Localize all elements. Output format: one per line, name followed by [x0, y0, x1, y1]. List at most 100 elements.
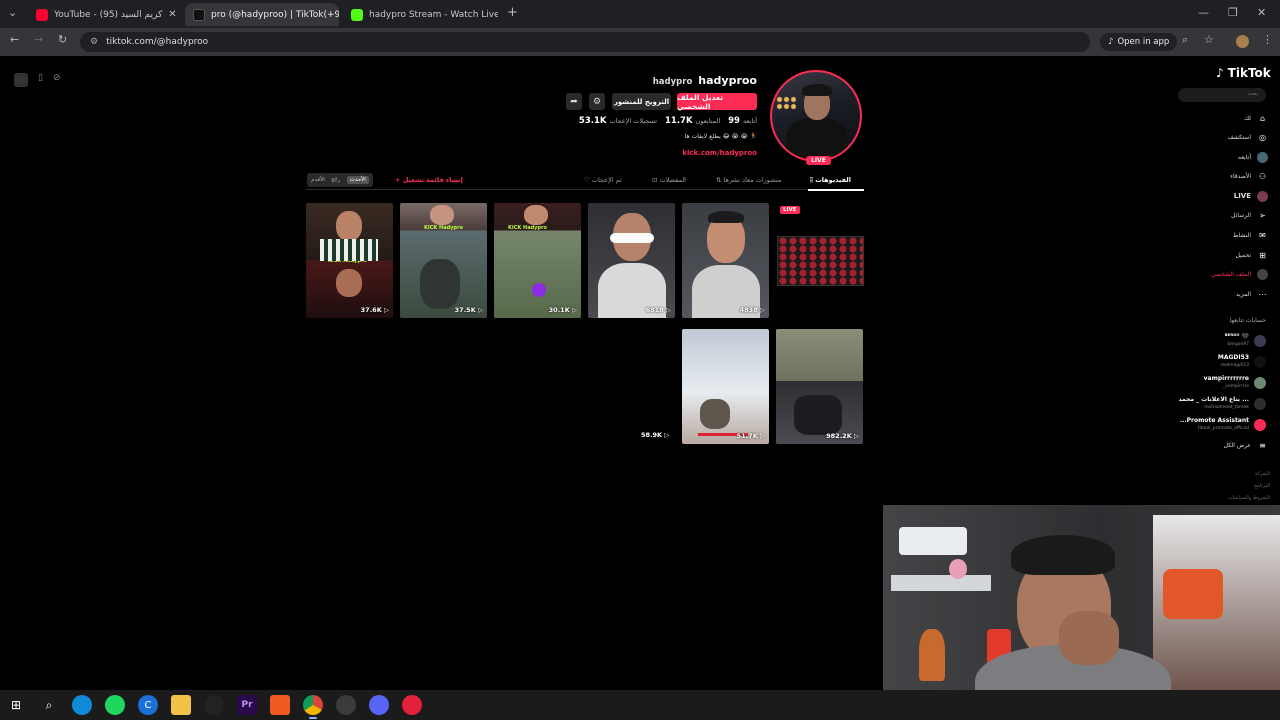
video-thumbnail[interactable]: 6818 ▷: [588, 203, 675, 318]
settings-icon[interactable]: ⊘: [53, 73, 61, 87]
view-count: 6818 ▷: [645, 306, 671, 314]
close-tab-icon[interactable]: ✕: [168, 9, 176, 20]
footer-link[interactable]: الشركة: [1190, 468, 1270, 480]
profile-link[interactable]: kick.com/hadyproo: [620, 149, 757, 157]
nav-activity[interactable]: النشاط ✉: [1160, 228, 1268, 242]
nav-explore[interactable]: استكشف ◎: [1160, 130, 1268, 144]
create-playlist-link[interactable]: + إنشاء قائمة تشغيل: [395, 176, 463, 184]
forward-icon[interactable]: →: [34, 33, 43, 46]
profile-avatar-large[interactable]: [770, 70, 862, 162]
tab-tiktok[interactable]: pro (@hadyproo) | TikTok(+99) ✕: [185, 3, 339, 26]
face-shape: [524, 205, 548, 225]
share-icon[interactable]: ➦: [566, 93, 582, 110]
bookmark-star-icon[interactable]: ☆: [1204, 33, 1214, 46]
stat-following[interactable]: 99 أتابعه: [728, 116, 757, 126]
following-account[interactable]: ᴮᴱᴿᴳᴼ 🖤 bergoo97: [1150, 333, 1266, 349]
search-input[interactable]: بحث: [1178, 88, 1266, 102]
live-tile-badge: LIVE: [780, 206, 800, 214]
sort-latest[interactable]: الأحدث: [346, 176, 369, 184]
nav-live[interactable]: LIVE: [1160, 189, 1268, 203]
open-in-app-button[interactable]: ♪ Open in app: [1100, 33, 1178, 51]
nav-label: لك: [1244, 114, 1251, 122]
tab-youtube[interactable]: YouTube - كريم السيد (95) ✕: [28, 3, 180, 26]
nav-friends[interactable]: الأصدقاء ⚇: [1160, 169, 1268, 183]
nav-upload[interactable]: تحميل ⊞: [1160, 248, 1268, 262]
back-icon[interactable]: ←: [10, 33, 19, 46]
chrome-icon[interactable]: [303, 695, 323, 719]
search-icon[interactable]: ⌕: [39, 695, 59, 715]
sort-oldest[interactable]: الأقدم: [311, 177, 325, 183]
video-thumbnail[interactable]: 982.2K ▷: [776, 329, 863, 444]
tiktok-note-icon: ♪: [1216, 66, 1224, 80]
video-thumbnail[interactable]: 4838 ▷: [682, 203, 769, 318]
minimize-icon[interactable]: —: [1198, 6, 1209, 19]
brave-icon[interactable]: [270, 695, 290, 715]
tab-favorites[interactable]: ⊡ المفضلات: [652, 176, 686, 184]
nickname: hadypro: [652, 77, 693, 87]
avatar: [1254, 335, 1266, 347]
steam-icon[interactable]: [204, 695, 224, 715]
profile-icon: [1257, 268, 1268, 280]
edit-profile-button[interactable]: تعديل الملف الشخصي: [677, 93, 757, 111]
profile-avatar[interactable]: [1236, 35, 1249, 48]
nav-messages[interactable]: الرسائل ➢: [1160, 208, 1268, 222]
live-video-tile[interactable]: LIVE: [777, 203, 864, 318]
following-account[interactable]: vampirrrrrrre _vampirrrre: [1150, 375, 1266, 391]
following-account[interactable]: بتاع الاعلانات _ محمد ... mohaameed_faree…: [1150, 396, 1266, 412]
site-info-icon[interactable]: ⚙: [90, 37, 98, 47]
footer-link[interactable]: الشروط والسياسات: [1190, 492, 1270, 504]
background-lights: [776, 96, 796, 110]
tab-videos[interactable]: ⦙⦙ الفيديوهات: [810, 176, 851, 185]
video-tag: KICK Hadypro: [424, 225, 463, 231]
player-shape: [700, 399, 730, 429]
sort-popular[interactable]: رائج: [331, 177, 340, 183]
settings-gear-icon[interactable]: ⚙: [589, 93, 605, 110]
tiktok-icon: ♪: [1108, 37, 1114, 47]
account-handle: tiktok_promote_official: [1197, 425, 1249, 431]
nav-following[interactable]: أتابعه: [1160, 150, 1268, 164]
restore-icon[interactable]: ❐: [1228, 6, 1238, 19]
device-icon[interactable]: ▯: [38, 73, 43, 87]
new-tab-button[interactable]: +: [507, 5, 518, 20]
promote-post-button[interactable]: الترويج للمنشور: [612, 93, 671, 110]
video-thumbnail[interactable]: KICK Hadypro 37.5K ▷: [400, 203, 487, 318]
video-thumbnail[interactable]: KICK Hadypro 30.1K ▷: [494, 203, 581, 318]
tiktok-logo[interactable]: ♪ TikTok: [1216, 66, 1271, 80]
nav-label: LIVE: [1233, 192, 1251, 200]
nav-more[interactable]: المزيد ⋯: [1160, 287, 1268, 301]
chair-shape: [794, 395, 842, 435]
tab-title: hadypro Stream - Watch Live: [369, 9, 498, 20]
following-account[interactable]: MAGDI53 realmagdi53: [1150, 354, 1266, 370]
menu-kebab-icon[interactable]: ⋮: [1262, 33, 1273, 46]
stat-followers[interactable]: 11.7K المتابعون: [665, 116, 720, 126]
video-thumbnail[interactable]: 51.7K ▷: [682, 329, 769, 444]
tab-reposts[interactable]: ⇅ منشورات معاد نشرها: [716, 176, 781, 184]
windows-start-icon[interactable]: ⊞: [6, 695, 26, 715]
see-all-link[interactable]: عرض الكل ≡: [1160, 438, 1268, 452]
tab-search-icon[interactable]: ⌄: [8, 6, 17, 19]
app-icon[interactable]: [14, 73, 28, 87]
recorder-icon[interactable]: [402, 695, 422, 715]
url-field[interactable]: ⚙ tiktok.com/@hadyproo: [80, 32, 1090, 52]
discord-icon[interactable]: [369, 695, 389, 715]
kick-favicon-icon: [351, 8, 363, 21]
zoom-icon[interactable]: ⌕: [1182, 33, 1188, 47]
following-account[interactable]: ...Promote Assistant tiktok_promote_offic…: [1150, 417, 1266, 433]
video-thumbnail[interactable]: KICK Hadypro 37.6K ▷: [306, 203, 393, 318]
premiere-icon[interactable]: Pr: [237, 695, 257, 715]
close-window-icon[interactable]: ✕: [1257, 6, 1266, 19]
url-text: tiktok.com/@hadyproo: [106, 37, 209, 47]
reload-icon[interactable]: ↻: [58, 33, 67, 46]
nav-profile[interactable]: الملف الشخصي: [1160, 267, 1268, 281]
account-name: ...Promote Assistant: [1179, 417, 1249, 425]
spotify-icon[interactable]: [105, 695, 125, 715]
tab-kick[interactable]: hadypro Stream - Watch Live ✕: [343, 3, 498, 26]
nav-for-you[interactable]: لك ⌂: [1160, 111, 1268, 125]
footer-link[interactable]: البرنامج: [1190, 480, 1270, 492]
tab-liked[interactable]: ♡ تم الإعجاب: [584, 176, 622, 184]
live-badge[interactable]: LIVE: [806, 156, 831, 165]
obs-icon[interactable]: [336, 695, 356, 715]
ccleaner-icon[interactable]: C: [138, 695, 158, 715]
file-explorer-icon[interactable]: [171, 695, 191, 715]
edge-icon[interactable]: [72, 695, 92, 715]
